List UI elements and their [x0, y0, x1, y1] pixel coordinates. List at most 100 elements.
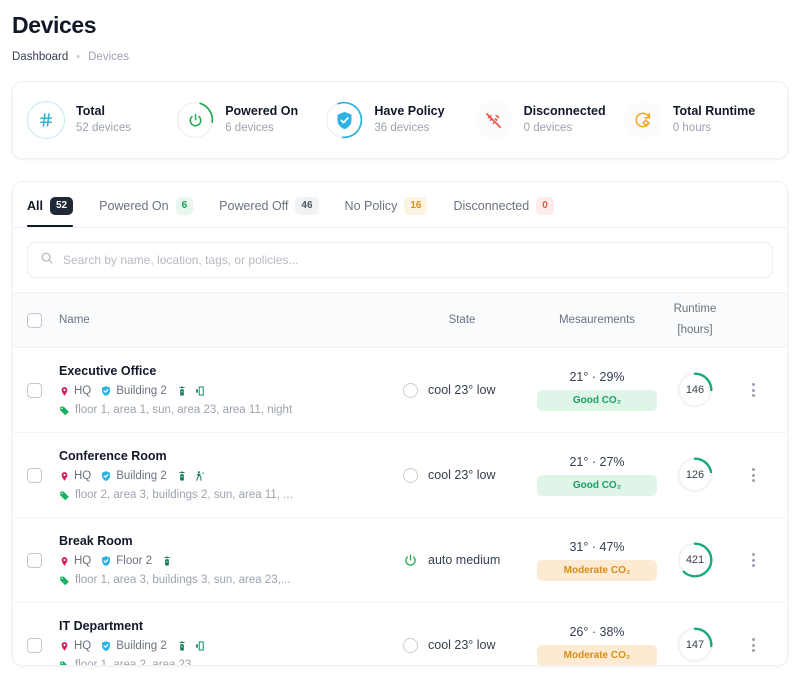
power-on-icon[interactable] [403, 553, 418, 568]
refresh-gear-icon [623, 101, 662, 139]
device-sensors [161, 555, 173, 567]
select-all-checkbox[interactable] [27, 312, 42, 328]
device-meta: HQ Building 2 [59, 470, 387, 482]
tab-all[interactable]: All 52 [27, 197, 74, 227]
device-runtime-cell: 146 [657, 370, 733, 410]
device-site: HQ [59, 640, 91, 652]
table-header: Name State Mesaurements Runtime [hours] [13, 292, 787, 348]
column-header-runtime: Runtime [hours] [657, 299, 733, 342]
device-measurements-cell: 31° · 47% Moderate CO₂ [537, 540, 657, 581]
co2-status-badge: Good CO₂ [537, 389, 657, 411]
row-checkbox[interactable] [27, 552, 42, 568]
stat-label: Disconnected [523, 104, 606, 119]
location-pin-icon [59, 641, 70, 652]
hash-icon [27, 101, 65, 139]
device-state-cell: cool 23° low [387, 637, 537, 653]
row-menu-button[interactable] [733, 638, 773, 652]
sensor-icon [176, 640, 188, 652]
state-label: cool 23° low [428, 468, 496, 482]
measurement-values: 21° · 27% [569, 454, 625, 469]
site-label: HQ [74, 470, 92, 482]
device-tags: floor 1, area 2, area 23 [59, 659, 387, 666]
tab-count-badge: 6 [175, 197, 194, 215]
measurement-values: 31° · 47% [569, 539, 625, 554]
tab-no-policy[interactable]: No Policy 16 [345, 197, 428, 226]
table-row[interactable]: Executive Office HQ Building 2 floor 1, … [13, 348, 787, 433]
tag-icon [59, 405, 70, 416]
building-label: Building 2 [116, 640, 167, 652]
device-state-cell: auto medium [387, 553, 537, 568]
tags-label: floor 1, area 2, area 23 [75, 659, 192, 666]
table-row[interactable]: Conference Room HQ Building 2 floor 2, a… [13, 433, 787, 518]
tag-icon [59, 490, 70, 501]
stat-label: Have Policy [374, 104, 445, 119]
search-box[interactable] [27, 242, 773, 278]
building-label: Floor 2 [116, 555, 153, 567]
device-measurements-cell: 21° · 29% Good CO₂ [537, 370, 657, 411]
device-building: Building 2 [100, 470, 167, 482]
power-off-icon[interactable] [403, 637, 418, 653]
sensor-icon [176, 470, 188, 482]
building-label: Building 2 [116, 385, 167, 397]
stat-have-policy: Have Policy 36 devices [325, 101, 474, 139]
table-row[interactable]: IT Department HQ Building 2 floor 1, are… [13, 603, 787, 666]
site-label: HQ [74, 555, 92, 567]
tab-label: All [27, 199, 43, 213]
building-label: Building 2 [116, 470, 167, 482]
device-tags: floor 1, area 1, sun, area 23, area 11, … [59, 404, 387, 416]
column-header-state: State [448, 314, 476, 326]
breadcrumb-separator: • [76, 51, 81, 63]
row-select-cell [27, 552, 59, 568]
device-info-cell: IT Department HQ Building 2 floor 1, are… [59, 619, 387, 666]
select-all-cell [27, 312, 59, 328]
shield-check-icon [100, 640, 112, 652]
breadcrumb-current: Devices [88, 51, 130, 63]
device-building: Floor 2 [100, 555, 152, 567]
device-info-cell: Break Room HQ Floor 2 floor 1, area 3, b… [59, 534, 387, 586]
tags-label: floor 1, area 3, buildings 3, sun, area … [75, 574, 291, 586]
door-icon [194, 640, 206, 652]
row-menu-button[interactable] [733, 468, 773, 482]
row-actions-cell [733, 638, 773, 652]
device-runtime-cell: 126 [657, 455, 733, 495]
stat-sub: 52 devices [76, 122, 131, 135]
breadcrumb-dashboard[interactable]: Dashboard [12, 51, 68, 63]
tab-count-badge: 16 [404, 197, 428, 215]
row-checkbox[interactable] [27, 467, 42, 483]
state-label: cool 23° low [428, 638, 496, 652]
runtime-value: 421 [685, 554, 705, 566]
search-input[interactable] [63, 253, 760, 267]
devices-page: Devices Dashboard • Devices Total 52 dev… [0, 0, 800, 699]
device-info-cell: Conference Room HQ Building 2 floor 2, a… [59, 449, 387, 501]
row-menu-button[interactable] [733, 553, 773, 567]
page-title: Devices [12, 12, 97, 38]
tab-count-badge: 0 [536, 197, 554, 215]
tab-disconnected[interactable]: Disconnected 0 [453, 197, 554, 226]
site-label: HQ [74, 385, 92, 397]
row-menu-button[interactable] [733, 383, 773, 397]
tab-label: Powered Off [219, 199, 289, 213]
row-checkbox[interactable] [27, 637, 42, 653]
power-icon [176, 101, 214, 139]
column-header-measurements: Mesaurements [558, 314, 636, 326]
sensor-icon [161, 555, 173, 567]
tags-label: floor 1, area 1, sun, area 23, area 11, … [75, 404, 293, 416]
row-actions-cell [733, 383, 773, 397]
row-select-cell [27, 382, 59, 398]
filter-tabs: All 52 Powered On 6 Powered Off 46 No Po… [13, 182, 787, 228]
device-name: Break Room [59, 534, 133, 548]
device-sensors [176, 470, 206, 482]
power-off-icon[interactable] [403, 467, 418, 483]
shield-check-icon [100, 470, 112, 482]
stat-sub: 0 hours [672, 122, 712, 135]
device-measurements-cell: 21° · 27% Good CO₂ [537, 455, 657, 496]
table-row[interactable]: Break Room HQ Floor 2 floor 1, area 3, b… [13, 518, 787, 603]
device-building: Building 2 [100, 640, 167, 652]
door-icon [194, 385, 206, 397]
tab-powered-off[interactable]: Powered Off 46 [219, 197, 319, 226]
device-state-cell: cool 23° low [387, 382, 537, 398]
power-off-icon[interactable] [403, 382, 418, 398]
tab-powered-on[interactable]: Powered On 6 [99, 197, 194, 226]
row-checkbox[interactable] [27, 382, 42, 398]
measurement-values: 21° · 29% [569, 369, 625, 384]
